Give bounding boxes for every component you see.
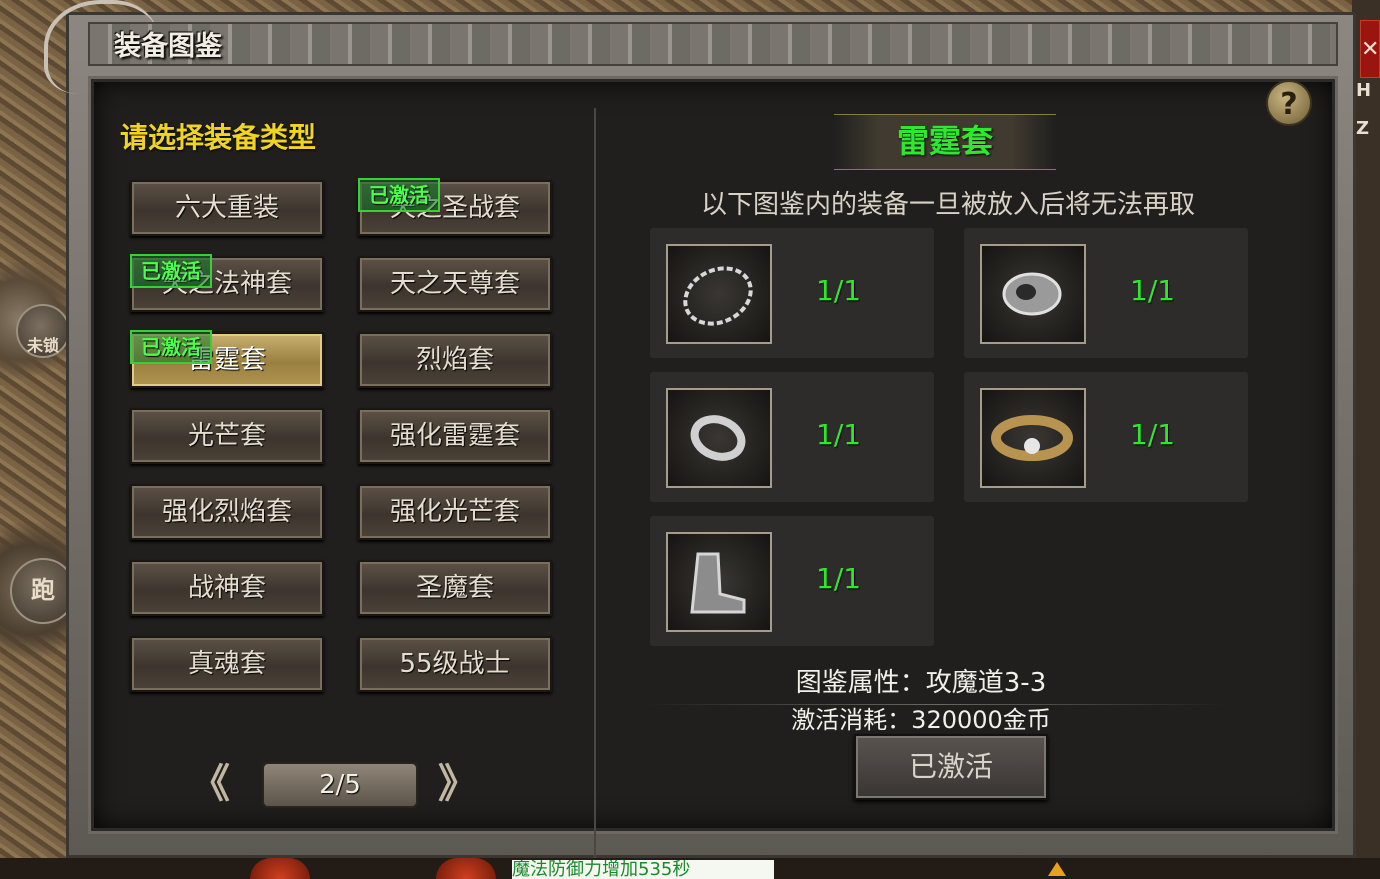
- belt-icon[interactable]: [980, 388, 1086, 488]
- side-glyph-z: Z: [1356, 118, 1370, 139]
- category-button[interactable]: 强化烈焰套: [130, 484, 324, 540]
- buff-ticker: 魔法防御力增加535秒: [512, 860, 774, 879]
- codex-attribute: 图鉴属性：攻魔道3-3: [795, 668, 1047, 698]
- notice-text: 以下图鉴内的装备一旦被放入后将无法再取: [700, 190, 1195, 220]
- title-bar[interactable]: [88, 22, 1338, 66]
- category-button[interactable]: 强化雷霆套: [358, 408, 552, 464]
- ring-icon[interactable]: [666, 388, 772, 488]
- item-cell: 1/1: [964, 372, 1248, 502]
- category-button[interactable]: 真魂套: [130, 636, 324, 692]
- lock-toggle[interactable]: 未锁: [16, 304, 70, 358]
- activated-badge: 已激活: [130, 254, 212, 288]
- side-glyph-h: H: [1356, 80, 1372, 101]
- activated-badge: 已激活: [130, 330, 212, 364]
- help-button[interactable]: ?: [1266, 80, 1312, 126]
- bracelet-icon[interactable]: [980, 244, 1086, 344]
- item-count: 1/1: [1130, 274, 1176, 307]
- activate-button[interactable]: 已激活: [854, 734, 1048, 800]
- activated-badge: 已激活: [358, 178, 440, 212]
- item-count: 1/1: [816, 562, 862, 595]
- window-title: 装备图鉴: [114, 31, 222, 62]
- expand-arrow-icon[interactable]: [1048, 862, 1066, 876]
- next-page-button[interactable]: 》: [438, 764, 478, 804]
- necklace-icon[interactable]: [666, 244, 772, 344]
- run-label: 跑: [31, 576, 55, 604]
- activation-cost: 激活消耗：320000金币: [791, 706, 1051, 734]
- mp-orb-icon: [436, 858, 496, 879]
- category-button[interactable]: 强化光芒套: [358, 484, 552, 540]
- category-button[interactable]: 天之天尊套: [358, 256, 552, 312]
- category-button[interactable]: 光芒套: [130, 408, 324, 464]
- category-button[interactable]: 烈焰套: [358, 332, 552, 388]
- item-count: 1/1: [1130, 418, 1176, 451]
- lock-label: 未锁: [26, 336, 59, 355]
- category-button[interactable]: 六大重装: [130, 180, 324, 236]
- category-button[interactable]: 战神套: [130, 560, 324, 616]
- boots-icon[interactable]: [666, 532, 772, 632]
- item-count: 1/1: [816, 418, 862, 451]
- item-cell: 1/1: [650, 516, 934, 646]
- prev-page-button[interactable]: 《: [190, 764, 230, 804]
- set-title: 雷霆套: [896, 122, 993, 160]
- panel-divider: [594, 108, 596, 878]
- category-button[interactable]: 圣魔套: [358, 560, 552, 616]
- category-button[interactable]: 55级战士: [358, 636, 552, 692]
- item-cell: 1/1: [650, 228, 934, 358]
- close-button[interactable]: ✕: [1360, 20, 1380, 78]
- item-cell: 1/1: [650, 372, 934, 502]
- hp-orb-icon: [250, 858, 310, 879]
- item-count: 1/1: [816, 274, 862, 307]
- page-indicator: 2/5: [262, 762, 418, 808]
- category-heading: 请选择装备类型: [120, 121, 317, 154]
- item-cell: 1/1: [964, 228, 1248, 358]
